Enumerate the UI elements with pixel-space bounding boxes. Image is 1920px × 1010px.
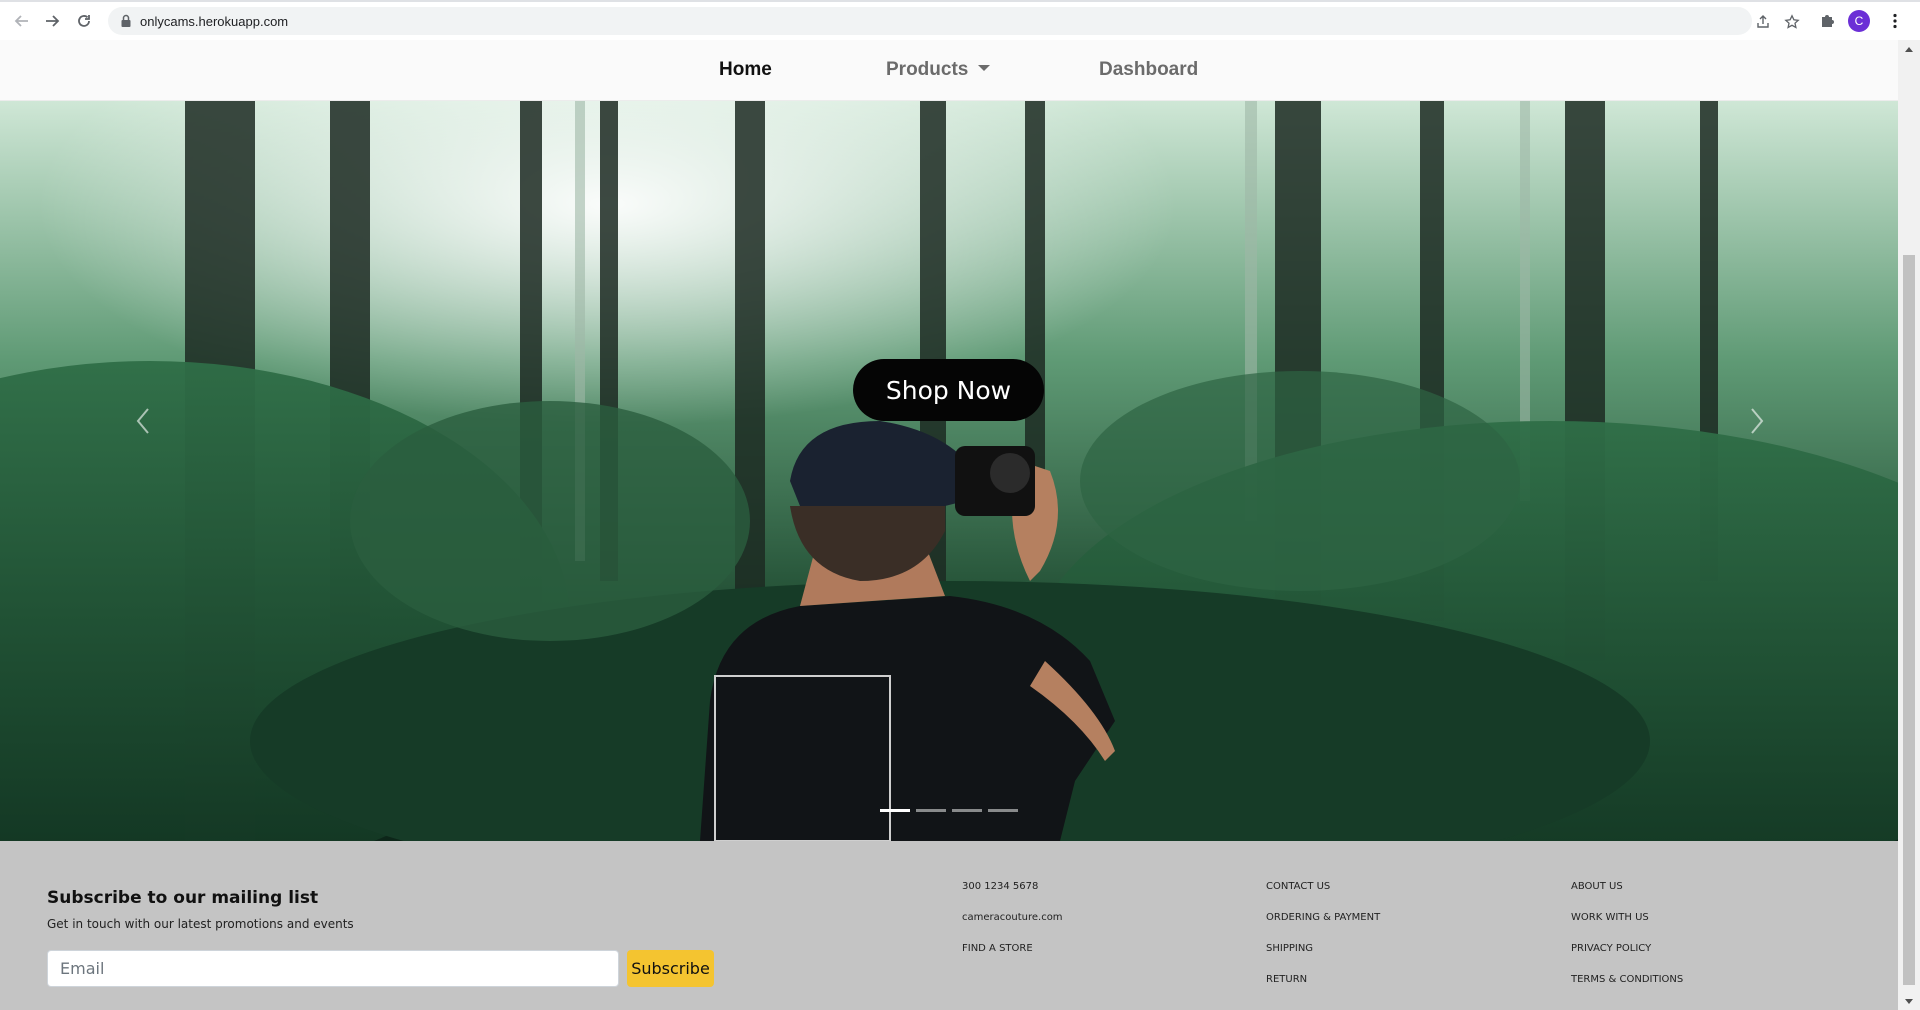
carousel-prev-button[interactable] bbox=[128, 401, 158, 441]
hero-carousel: Shop Now bbox=[0, 101, 1898, 841]
scroll-down-arrow-icon[interactable] bbox=[1898, 994, 1920, 1008]
footer-link-return[interactable]: RETURN bbox=[1266, 974, 1307, 985]
address-bar[interactable]: onlycams.herokuapp.com bbox=[108, 7, 1800, 35]
carousel-indicator[interactable] bbox=[880, 809, 910, 812]
footer-link-work-with-us[interactable]: WORK WITH US bbox=[1571, 912, 1649, 923]
browser-toolbar: onlycams.herokuapp.com C bbox=[0, 0, 1920, 40]
caret-down-icon bbox=[978, 64, 991, 71]
carousel-indicator[interactable] bbox=[916, 809, 946, 812]
shop-now-button[interactable]: Shop Now bbox=[853, 359, 1044, 421]
web-page: Home Products Dashboard Shop Now Subscri… bbox=[0, 40, 1898, 1010]
subscribe-description: Get in touch with our latest promotions … bbox=[47, 917, 354, 931]
find-store-link[interactable]: FIND A STORE bbox=[962, 943, 1033, 954]
site-footer: Subscribe to our mailing list Get in tou… bbox=[0, 841, 1898, 1010]
footer-link-about-us[interactable]: ABOUT US bbox=[1571, 881, 1623, 892]
email-field[interactable] bbox=[47, 950, 619, 987]
subscribe-title: Subscribe to our mailing list bbox=[47, 888, 319, 908]
arrow-left-icon bbox=[14, 15, 28, 27]
puzzle-icon bbox=[1822, 15, 1834, 27]
reload-icon bbox=[78, 15, 90, 27]
carousel-indicators bbox=[880, 809, 1018, 812]
star-icon[interactable] bbox=[1784, 14, 1800, 30]
url-text: onlycams.herokuapp.com bbox=[140, 14, 289, 29]
kebab-menu-icon bbox=[1893, 13, 1897, 29]
nav-dashboard[interactable]: Dashboard bbox=[1099, 59, 1198, 81]
footer-link-ordering-payment[interactable]: ORDERING & PAYMENT bbox=[1266, 912, 1380, 923]
hero-image bbox=[0, 101, 1898, 841]
profile-avatar[interactable]: C bbox=[1848, 10, 1870, 32]
share-icon[interactable] bbox=[1755, 14, 1771, 30]
subscribe-button[interactable]: Subscribe bbox=[627, 950, 714, 987]
nav-home[interactable]: Home bbox=[719, 59, 772, 81]
footer-link-shipping[interactable]: SHIPPING bbox=[1266, 943, 1313, 954]
footer-link-contact-us[interactable]: CONTACT US bbox=[1266, 881, 1330, 892]
back-button[interactable] bbox=[10, 9, 34, 33]
chevron-right-icon bbox=[1751, 408, 1764, 434]
arrow-right-icon bbox=[46, 15, 60, 27]
scrollbar-thumb[interactable] bbox=[1903, 255, 1915, 985]
chevron-left-icon bbox=[136, 408, 149, 434]
contact-email[interactable]: cameracouture.com bbox=[962, 912, 1063, 923]
reload-button[interactable] bbox=[72, 9, 96, 33]
nav-products-label: Products bbox=[886, 59, 969, 80]
lock-icon bbox=[120, 14, 132, 33]
extensions-button[interactable] bbox=[1816, 10, 1838, 32]
browser-menu-button[interactable] bbox=[1884, 10, 1906, 32]
carousel-next-button[interactable] bbox=[1742, 401, 1772, 441]
footer-link-terms-conditions[interactable]: TERMS & CONDITIONS bbox=[1571, 974, 1683, 985]
tab-strip-edge bbox=[0, 0, 1920, 2]
forward-button[interactable] bbox=[40, 9, 64, 33]
site-navbar: Home Products Dashboard bbox=[0, 40, 1898, 101]
nav-products[interactable]: Products bbox=[886, 59, 991, 81]
contact-phone: 300 1234 5678 bbox=[962, 881, 1039, 892]
page-scrollbar[interactable] bbox=[1898, 40, 1920, 1010]
carousel-indicator[interactable] bbox=[952, 809, 982, 812]
scroll-up-arrow-icon[interactable] bbox=[1898, 42, 1920, 56]
carousel-indicator[interactable] bbox=[988, 809, 1018, 812]
footer-link-privacy-policy[interactable]: PRIVACY POLICY bbox=[1571, 943, 1651, 954]
